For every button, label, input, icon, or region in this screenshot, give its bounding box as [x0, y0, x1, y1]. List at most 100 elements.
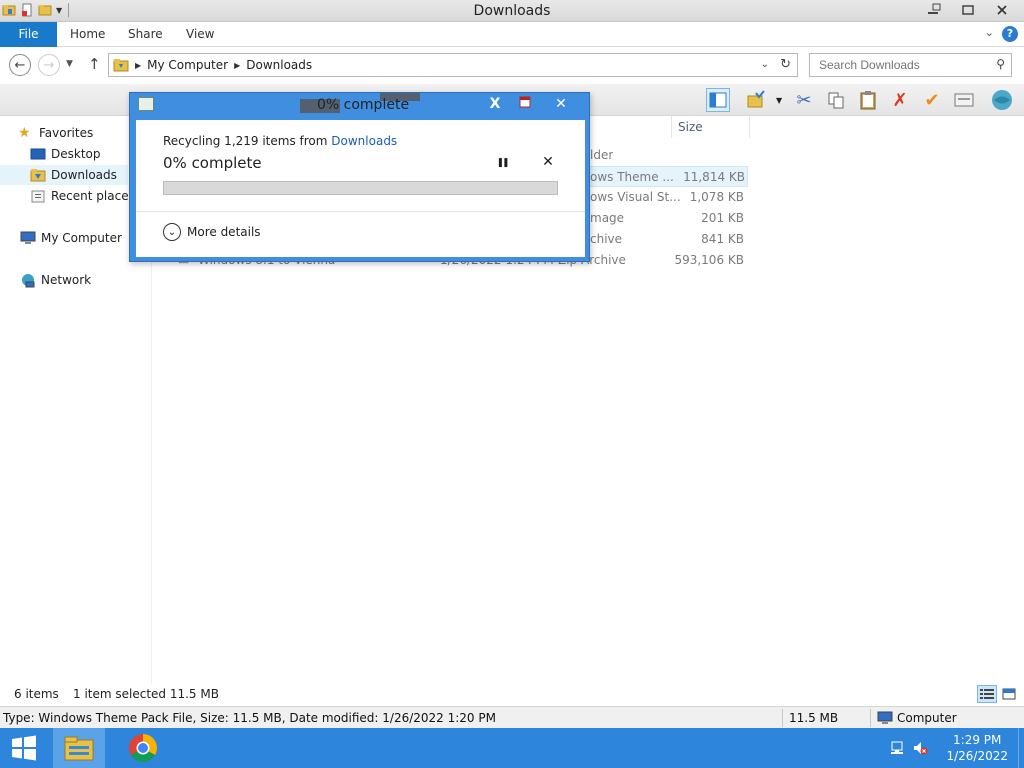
back-button[interactable]: ←	[9, 54, 31, 76]
globe-icon	[992, 90, 1012, 110]
navigation-pane: ★ Favorites Desktop Downloads Recent pla…	[0, 116, 150, 684]
clock-date: 1/26/2022	[946, 749, 1008, 763]
nav-item-favorites[interactable]: ★ Favorites	[18, 123, 93, 143]
search-input[interactable]	[810, 54, 990, 76]
address-bar[interactable]: ▶ My Computer ▶ Downloads ⌄ ↻	[108, 53, 798, 77]
network-icon	[22, 274, 35, 288]
tab-file[interactable]: File	[0, 22, 57, 47]
restore-icon	[962, 5, 974, 15]
minimize-button[interactable]	[920, 1, 948, 19]
taskbar: 1:29 PM 1/26/2022	[0, 728, 1024, 768]
taskbar-file-explorer[interactable]	[53, 728, 105, 768]
start-button[interactable]	[0, 728, 48, 768]
rename-button[interactable]: ✔	[920, 88, 944, 112]
nav-item-desktop[interactable]: Desktop	[30, 144, 101, 164]
computer-icon	[20, 231, 36, 244]
folder-options-button[interactable]	[744, 88, 768, 112]
title-bar: ▼ Downloads	[0, 0, 1024, 22]
recycle-progress-dialog: 0% complete X ✕ Recycling 1,219 items fr…	[129, 92, 590, 262]
file-size: 841 KB	[701, 232, 744, 246]
dialog-maximize-button[interactable]	[514, 95, 536, 113]
progress-bar	[163, 181, 558, 195]
breadcrumb-arrow-icon[interactable]: ▶	[135, 61, 141, 70]
preview-pane-button[interactable]	[706, 88, 730, 112]
dialog-minimize-button[interactable]: X	[484, 95, 506, 113]
system-tray: 1:29 PM 1/26/2022	[884, 728, 1024, 768]
file-type: ows Visual St...	[590, 190, 681, 204]
refresh-icon[interactable]: ↻	[780, 57, 791, 72]
paste-button[interactable]	[856, 88, 880, 112]
dialog-close-button[interactable]: ✕	[550, 95, 572, 113]
tab-view[interactable]: View	[186, 22, 214, 47]
volume-muted-icon[interactable]	[912, 740, 928, 756]
globe-button[interactable]	[990, 88, 1014, 112]
delete-button[interactable]: ✗	[888, 88, 912, 112]
nav-label: My Computer	[41, 231, 122, 245]
pause-button[interactable]: ❚❚	[494, 154, 510, 172]
large-icons-view-button[interactable]	[999, 685, 1019, 703]
breadcrumb: ▶ My Computer ▶ Downloads	[135, 58, 312, 72]
taskbar-chrome[interactable]	[117, 728, 169, 768]
recent-locations-dropdown-icon[interactable]: ▼	[66, 59, 73, 69]
nav-label: Downloads	[51, 168, 117, 182]
stop-icon: ✕	[542, 154, 554, 170]
forward-button[interactable]: →	[38, 54, 60, 76]
cancel-button[interactable]: ✕	[540, 154, 556, 172]
more-details-label: More details	[187, 225, 261, 239]
tab-share[interactable]: Share	[128, 22, 163, 47]
properties-button[interactable]	[952, 88, 976, 112]
help-icon[interactable]: ?	[1002, 26, 1018, 42]
nav-item-network[interactable]: Network	[20, 270, 91, 290]
maximize-button[interactable]	[954, 1, 982, 19]
column-header-size[interactable]: Size	[672, 116, 750, 138]
network-status-icon[interactable]	[890, 740, 906, 756]
recycle-status-text: Recycling 1,219 items from	[163, 134, 332, 148]
file-explorer-icon	[64, 736, 94, 761]
checkmark-icon: ✔	[924, 89, 940, 111]
nav-label: Desktop	[51, 147, 101, 161]
breadcrumb-item-downloads[interactable]: Downloads	[246, 58, 312, 72]
search-box[interactable]: ⚲	[809, 53, 1012, 77]
dialog-divider	[136, 211, 585, 212]
location-text: Computer	[897, 711, 957, 725]
dialog-title-bar[interactable]: 0% complete X ✕	[130, 93, 589, 115]
copy-icon	[828, 92, 844, 109]
desktop-icon	[30, 148, 46, 160]
nav-item-downloads[interactable]: Downloads	[0, 165, 128, 185]
clock[interactable]: 1:29 PM 1/26/2022	[946, 732, 1008, 764]
copy-button[interactable]	[824, 88, 848, 112]
folder-options-dropdown-icon[interactable]: ▼	[776, 96, 782, 105]
recycle-status-line: Recycling 1,219 items from Downloads	[163, 134, 397, 148]
nav-item-my-computer[interactable]: My Computer	[20, 228, 122, 248]
address-dropdown-icon[interactable]: ⌄	[761, 59, 769, 70]
properties-icon	[954, 93, 974, 107]
show-desktop-button[interactable]	[1018, 728, 1024, 768]
file-size: 1,078 KB	[689, 190, 744, 204]
preview-pane-icon	[709, 92, 727, 108]
minimize-icon: X	[489, 96, 501, 112]
cut-button[interactable]: ✂	[792, 88, 816, 112]
back-arrow-icon: ←	[14, 57, 26, 73]
up-arrow-icon[interactable]: ↑	[88, 55, 101, 73]
percent-complete-text: 0% complete	[163, 154, 262, 172]
breadcrumb-item-computer[interactable]: My Computer	[147, 58, 228, 72]
details-bar: Type: Windows Theme Pack File, Size: 11.…	[0, 706, 1024, 728]
window-title: Downloads	[473, 3, 551, 19]
file-type: lder	[590, 148, 614, 162]
computer-icon	[877, 711, 893, 724]
nav-item-recent-places[interactable]: Recent places	[30, 186, 135, 206]
close-button[interactable]	[988, 1, 1016, 19]
details-view-button[interactable]	[977, 685, 997, 703]
large-icons-view-icon	[1002, 688, 1016, 700]
tab-home[interactable]: Home	[70, 22, 105, 47]
details-view-icon	[980, 689, 994, 699]
expand-ribbon-icon[interactable]: ⌄	[985, 26, 994, 39]
search-icon[interactable]: ⚲	[996, 57, 1005, 71]
forward-arrow-icon: →	[43, 57, 55, 73]
recycle-bin-icon	[138, 97, 154, 111]
pause-icon: ❚❚	[496, 158, 509, 168]
close-icon	[997, 5, 1007, 15]
breadcrumb-arrow-icon[interactable]: ▶	[234, 61, 240, 70]
more-details-toggle[interactable]: ⌄ More details	[163, 223, 261, 241]
source-folder-link[interactable]: Downloads	[331, 134, 397, 148]
